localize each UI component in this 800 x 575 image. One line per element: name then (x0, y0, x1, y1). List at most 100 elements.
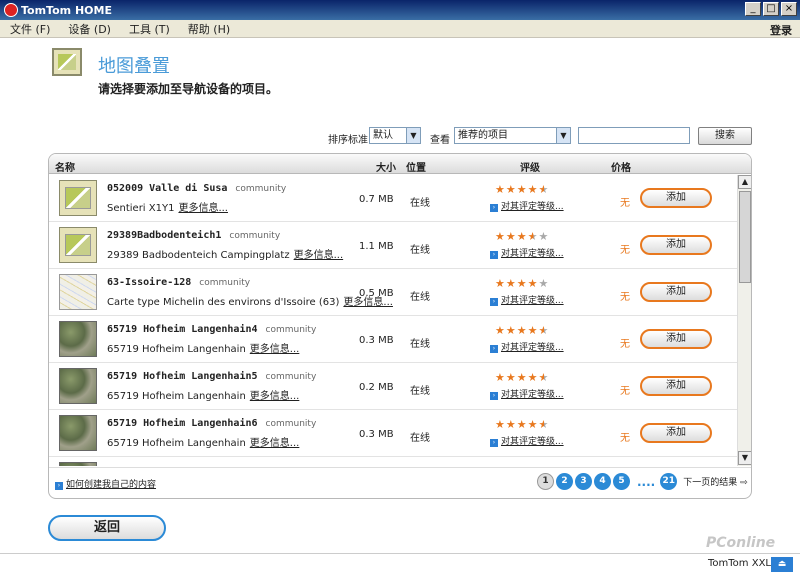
search-button[interactable]: 搜索 (698, 127, 752, 145)
add-button[interactable]: 添加 (640, 282, 712, 302)
star-icon: ★ (505, 183, 517, 196)
minimize-button[interactable]: _ (745, 2, 761, 16)
list-item[interactable]: 052009 Valle di Susa community Sentieri X1… (49, 175, 737, 222)
next-page-link[interactable]: 下一页的结果 ⇨ (683, 475, 747, 488)
sort-select[interactable]: 默认 ▼ (369, 127, 421, 144)
column-size[interactable]: 大小 (376, 159, 396, 174)
close-button[interactable]: × (781, 2, 797, 16)
column-location[interactable]: 位置 (406, 159, 426, 174)
add-button[interactable]: 添加 (640, 235, 712, 255)
list-item[interactable]: 65719 Hofheim Langenhain5 community 65719 … (49, 363, 737, 410)
view-select[interactable]: 推荐的项目 ▼ (454, 127, 571, 144)
rating-stars: ★★★★★ (495, 277, 549, 290)
menu-help[interactable]: 帮助 (H) (188, 21, 230, 37)
rate-link[interactable]: › 对其评定等级... (490, 434, 564, 447)
item-description: 29389 Badbodenteich Campingplatz 更多信息... (107, 250, 344, 261)
more-info-link[interactable]: 更多信息... (178, 203, 228, 214)
list-item[interactable]: 65719 Hofheim Langenhain6 community 65719 … (49, 410, 737, 457)
column-rating[interactable]: 评级 (520, 159, 540, 174)
star-icon: ★ (527, 277, 539, 290)
rate-link[interactable]: › 对其评定等级... (490, 246, 564, 259)
star-icon: ★ (538, 371, 550, 384)
star-icon: ★ (516, 277, 528, 290)
star-icon: ★ (495, 230, 506, 243)
scroll-down-button[interactable]: ▼ (738, 451, 751, 465)
more-info-link[interactable]: 更多信息... (250, 438, 300, 449)
star-icon: ★ (495, 277, 506, 290)
more-info-link[interactable]: 更多信息... (250, 391, 300, 402)
menu-device[interactable]: 设备 (D) (68, 21, 111, 37)
howto-link[interactable]: › 如何创建我自己的内容 (55, 477, 156, 490)
arrow-right-icon: › (490, 392, 498, 400)
view-select-value: 推荐的项目 (458, 130, 508, 141)
item-name: 29389Badbodenteich1 community (107, 230, 281, 241)
item-size: 0.3 MB (359, 335, 394, 346)
rate-link[interactable]: › 对其评定等级... (490, 199, 564, 212)
item-thumbnail (59, 321, 97, 357)
star-icon: ★ (505, 371, 517, 384)
item-name: 65719 Hofheim Langenhain6 community (107, 418, 317, 429)
item-source: community (265, 325, 317, 335)
scroll-thumb[interactable] (739, 191, 751, 283)
rate-link[interactable]: › 对其评定等级... (490, 387, 564, 400)
column-name[interactable]: 名称 (55, 159, 75, 174)
page-4[interactable]: 4 (594, 473, 611, 490)
menu-file[interactable]: 文件 (F) (10, 21, 50, 37)
item-size: 0.7 MB (359, 194, 394, 205)
item-price: 无 (620, 386, 630, 397)
star-icon: ★ (495, 371, 506, 384)
page-subtitle: 请选择要添加至导航设备的项目。 (98, 82, 279, 96)
item-location: 在线 (410, 198, 430, 209)
menu-tools[interactable]: 工具 (T) (129, 21, 170, 37)
page-3[interactable]: 3 (575, 473, 592, 490)
items-list: 052009 Valle di Susa community Sentieri X1… (49, 175, 737, 466)
arrow-right-icon: › (490, 345, 498, 353)
item-thumbnail (59, 274, 97, 310)
rate-link[interactable]: › 对其评定等级... (490, 293, 564, 306)
item-price: 无 (620, 433, 630, 444)
maximize-button[interactable]: □ (763, 2, 779, 16)
item-source: community (235, 184, 287, 194)
scroll-up-button[interactable]: ▲ (738, 175, 751, 189)
column-header: 名称 大小 位置 评级 价格 (49, 154, 751, 174)
back-button[interactable]: 返回 (48, 515, 166, 541)
item-source: community (229, 231, 281, 241)
page-2[interactable]: 2 (556, 473, 573, 490)
star-icon: ★ (527, 230, 539, 243)
more-info-link[interactable]: 更多信息... (250, 344, 300, 355)
vertical-scrollbar[interactable]: ▲ ▼ (737, 175, 751, 466)
list-item[interactable]: 29389Badbodenteich1 community 29389 Badbod… (49, 222, 737, 269)
page-1[interactable]: 1 (537, 473, 554, 490)
pagination: 1 2 3 4 5 .... 21 下一页的结果 ⇨ (537, 473, 748, 490)
list-item[interactable]: 65719 Hofheim Langenhain4 community 65719 … (49, 316, 737, 363)
eject-icon[interactable]: ⏏ (771, 557, 793, 572)
list-item-partial[interactable] (49, 457, 737, 466)
add-button[interactable]: 添加 (640, 423, 712, 443)
star-icon: ★ (505, 324, 517, 337)
filter-bar: 排序标准 默认 ▼ 查看 推荐的项目 ▼ 搜索 (0, 127, 800, 147)
star-icon: ★ (538, 230, 550, 243)
more-info-link[interactable]: 更多信息... (294, 250, 344, 261)
page-21[interactable]: 21 (660, 473, 678, 490)
page-5[interactable]: 5 (613, 473, 630, 490)
login-link[interactable]: 登录 (770, 22, 792, 38)
view-label: 查看 (430, 135, 450, 146)
rate-link[interactable]: › 对其评定等级... (490, 340, 564, 353)
rating-stars: ★★★★★ (495, 418, 549, 431)
item-description: Carte type Michelin des environs d'Issoi… (107, 297, 393, 308)
items-panel: 名称 大小 位置 评级 价格 052009 Valle di Susa commu… (48, 153, 752, 499)
sort-select-value: 默认 (373, 130, 393, 141)
add-button[interactable]: 添加 (640, 376, 712, 396)
star-icon: ★ (527, 371, 539, 384)
item-name: 63-Issoire-128 community (107, 277, 251, 288)
search-input[interactable] (578, 127, 690, 144)
add-button[interactable]: 添加 (640, 188, 712, 208)
rating-stars: ★★★★★ (495, 183, 549, 196)
item-description: Sentieri X1Y1 更多信息... (107, 203, 228, 214)
arrow-right-icon: › (490, 251, 498, 259)
add-button[interactable]: 添加 (640, 329, 712, 349)
item-location: 在线 (410, 245, 430, 256)
list-item[interactable]: 63-Issoire-128 community Carte type Michel… (49, 269, 737, 316)
item-thumbnail (59, 462, 97, 466)
column-price[interactable]: 价格 (611, 159, 631, 174)
